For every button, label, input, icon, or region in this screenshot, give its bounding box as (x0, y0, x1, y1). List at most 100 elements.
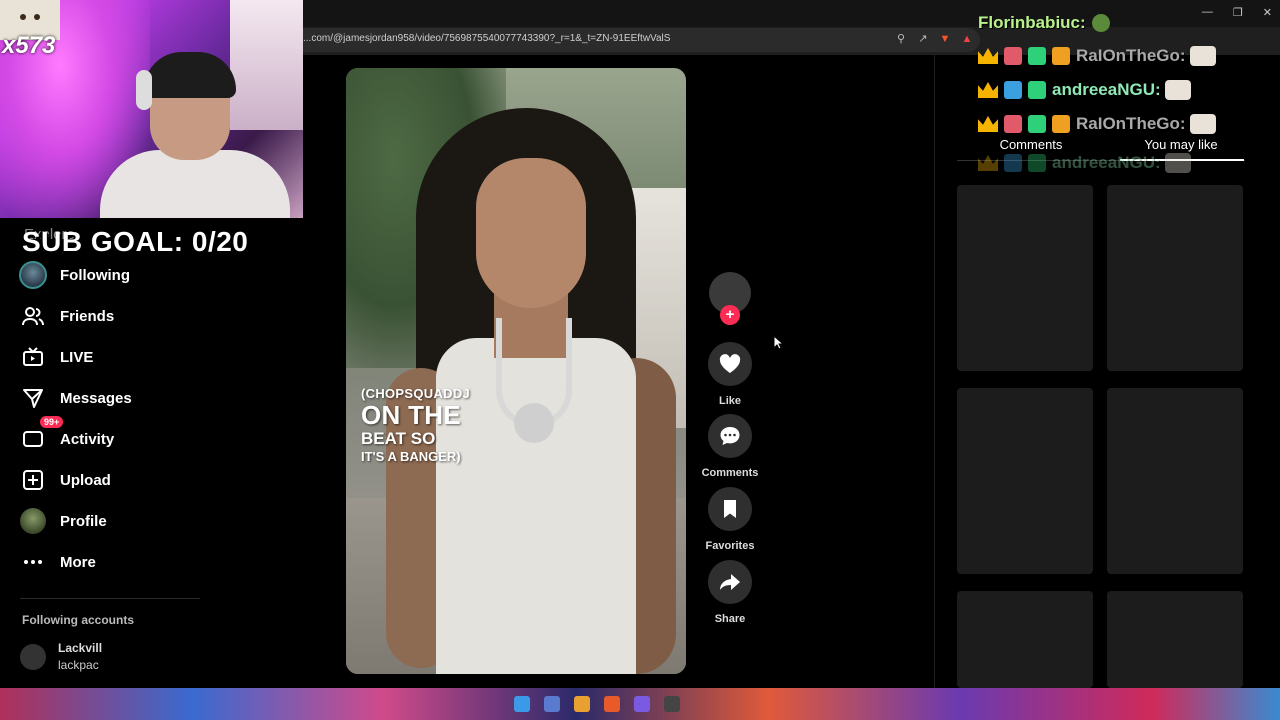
chat-username: Florinbabiuc: (978, 13, 1086, 32)
gift-badge-icon (1028, 47, 1046, 65)
cat-emote-icon (1164, 80, 1191, 100)
favorites-label: Favorites (705, 540, 755, 552)
activity-badge: 99+ (40, 416, 64, 428)
upload-plus-icon (18, 465, 48, 495)
chat-username: RaIOnTheGo: (1076, 46, 1186, 65)
chat-message: andreeaNGU: (978, 77, 1191, 103)
following-account-item[interactable]: Lackvill lackpac (20, 640, 102, 674)
friends-icon (18, 301, 48, 331)
like-button[interactable]: Like (700, 342, 760, 407)
ellipsis-icon (18, 547, 48, 577)
recommended-thumbnail[interactable] (1107, 591, 1243, 688)
sidebar-item-label: More (60, 553, 96, 571)
sidebar-item-label: Following (60, 266, 130, 284)
crown-badge-icon (978, 82, 998, 98)
cat-emote-icon (1189, 114, 1216, 134)
address-bar[interactable]: ...com/@jamesjordan958/video/75698755400… (303, 28, 980, 52)
gift-badge-icon (1028, 115, 1046, 133)
sidebar-item-label: LIVE (60, 348, 94, 366)
sidebar-item-label: Profile (60, 512, 107, 530)
profile-avatar-icon (20, 508, 46, 534)
chat-message: Florinbabiuc: (978, 10, 1116, 36)
sidebar-item-more[interactable]: More (18, 547, 96, 577)
comments-button[interactable]: Comments (700, 414, 760, 479)
monkey-badge-icon (1004, 47, 1022, 65)
following-avatar-icon (19, 261, 47, 289)
sidebar-item-upload[interactable]: Upload (18, 465, 111, 495)
caption-line: BEAT SO (361, 429, 436, 448)
follow-button[interactable]: + (720, 305, 740, 325)
rewards-icon[interactable]: ▲ (960, 32, 974, 46)
close-icon[interactable]: ✕ (1263, 6, 1272, 19)
frog-emote-icon (1091, 14, 1110, 32)
recommended-thumbnail[interactable] (957, 591, 1093, 688)
zoom-icon[interactable]: ⚲ (894, 32, 908, 46)
sub-goal: SUB GOAL: 0/20 (22, 226, 249, 257)
sidebar-item-live[interactable]: LIVE (18, 342, 93, 372)
recommended-thumbnail[interactable] (957, 388, 1093, 574)
recommended-thumbnail[interactable] (1107, 388, 1243, 574)
account-handle: lackpac (58, 658, 99, 672)
share-label: Share (714, 613, 746, 625)
caption-line: (CHOPSQUADDJ (361, 386, 471, 401)
chat-message: RaIOnTheGo: (978, 43, 1216, 69)
browser-icon[interactable] (604, 696, 620, 712)
caption-line: IT'S A BANGER) (361, 449, 461, 464)
gift-badge-icon (1028, 154, 1046, 172)
cat-emote-icon (1189, 46, 1216, 66)
combo-counter: x573 (2, 32, 56, 59)
sidebar-item-messages[interactable]: Messages (18, 383, 132, 413)
brave-shield-icon[interactable]: ▼ (938, 32, 952, 46)
activity-icon: 99+ (18, 416, 64, 454)
crown-badge-icon (978, 116, 998, 132)
minimize-icon[interactable]: — (1202, 6, 1213, 19)
sidebar-item-label: Upload (60, 471, 111, 489)
sub-badge-icon (1052, 47, 1070, 65)
sub-badge-icon (1052, 115, 1070, 133)
sidebar-item-label: Activity (60, 430, 115, 448)
paper-plane-icon (18, 383, 48, 413)
sidebar-item-friends[interactable]: Friends (18, 301, 114, 331)
share-button[interactable]: Share (700, 560, 760, 625)
monkey-badge-icon (1004, 154, 1022, 172)
tab-strip (303, 0, 1280, 27)
recommended-thumbnail[interactable] (957, 185, 1093, 371)
account-name: Lackvill (58, 641, 103, 655)
avatar (20, 644, 46, 670)
sidebar-item-label: Friends (60, 307, 115, 325)
favorites-button[interactable]: Favorites (700, 487, 760, 552)
chat-username: andreeaNGU: (1052, 153, 1161, 172)
sidebar-item-activity[interactable]: 99+ Activity (18, 416, 115, 454)
url-text[interactable]: ...com/@jamesjordan958/video/75698755400… (303, 33, 670, 44)
live-tv-icon (18, 342, 48, 372)
sidebar-item-profile[interactable]: Profile (18, 506, 107, 536)
mouse-cursor-icon (773, 334, 785, 355)
sidebar-item-following[interactable]: Following (18, 260, 130, 290)
crown-badge-icon (978, 48, 998, 64)
search-icon[interactable] (544, 696, 560, 712)
video-player[interactable]: (CHOPSQUADDJ ON THE BEAT SO IT'S A BANGE… (346, 68, 686, 674)
chat-username: RaIOnTheGo: (1076, 114, 1186, 133)
chat-message: RaIOnTheGo: (978, 111, 1216, 137)
monkey-badge-icon (1004, 81, 1022, 99)
video-caption: (CHOPSQUADDJ ON THE BEAT SO IT'S A BANGE… (361, 386, 470, 465)
recommended-thumbnail[interactable] (1107, 185, 1243, 371)
bookmark-icon (708, 487, 752, 531)
file-explorer-icon[interactable] (574, 696, 590, 712)
crown-badge-icon (978, 155, 998, 171)
sidebar-divider (20, 598, 200, 599)
cat-emote-icon (1164, 153, 1191, 173)
discord-icon[interactable] (634, 696, 650, 712)
monkey-badge-icon (1004, 115, 1022, 133)
following-accounts-heading: Following accounts (22, 613, 135, 627)
share-arrow-icon (708, 560, 752, 604)
streamer-webcam: x573 (0, 0, 303, 218)
taskbar (0, 688, 1280, 720)
restore-icon[interactable]: ❐ (1233, 6, 1243, 19)
chat-message: andreeaNGU: (978, 150, 1191, 176)
share-icon[interactable]: ↗ (916, 32, 930, 46)
window-controls: — ❐ ✕ (1202, 6, 1272, 19)
app-icon[interactable] (664, 696, 680, 712)
windows-start-icon[interactable] (514, 696, 530, 712)
comment-bubble-icon (708, 414, 752, 458)
